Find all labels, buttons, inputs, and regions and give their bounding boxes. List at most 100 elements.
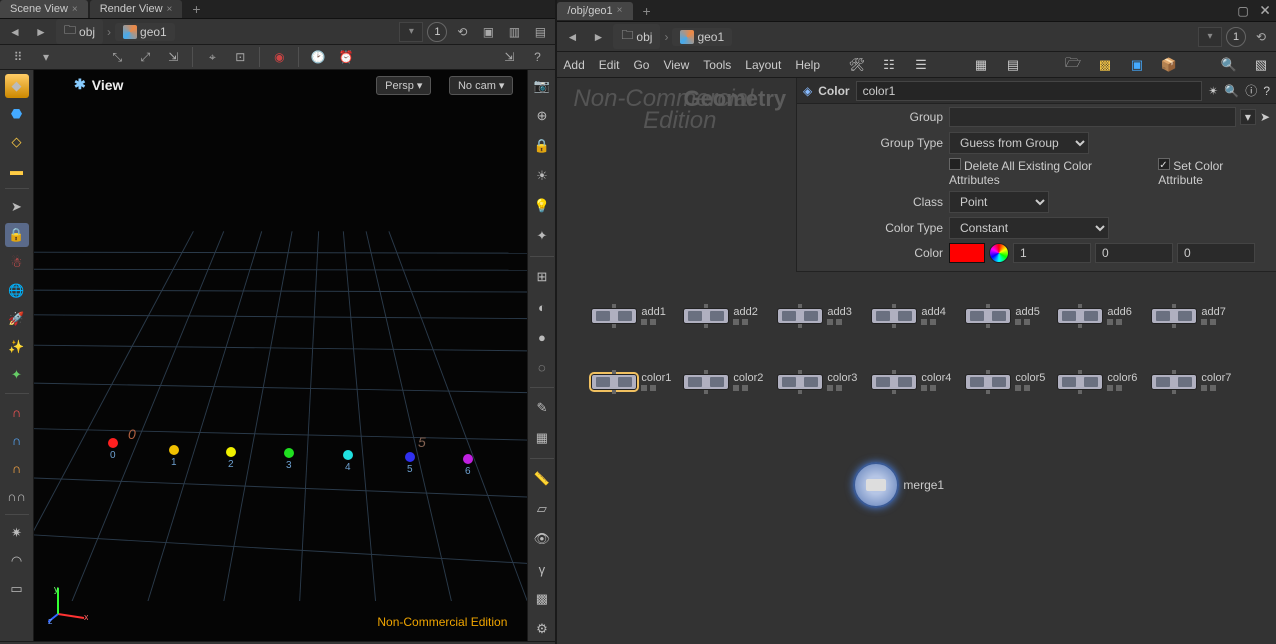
node-flags[interactable] (921, 385, 951, 391)
path-geo1[interactable]: geo1 (672, 28, 732, 46)
viewport-3d[interactable]: ✱ View Persp▾ No cam▾ 0 5 0123456 x y z (34, 70, 527, 641)
nav-history-dropdown[interactable]: ▾ (399, 22, 423, 42)
node-color7[interactable]: color7 (1151, 372, 1231, 391)
colortype-select[interactable]: Constant (949, 217, 1109, 239)
snap-options-icon[interactable]: ⌖ (200, 45, 224, 69)
node-flags[interactable] (733, 385, 763, 391)
pin-badge[interactable]: 1 (427, 22, 447, 42)
menu-layout[interactable]: Layout (745, 58, 781, 72)
rect-icon[interactable]: ▭ (5, 577, 29, 601)
node-color4[interactable]: color4 (871, 372, 951, 391)
palette-icon[interactable]: ▧ (1252, 56, 1270, 74)
close-icon[interactable]: × (167, 4, 173, 15)
node-flags[interactable] (1201, 385, 1231, 391)
sun-icon[interactable]: ☀ (530, 164, 554, 188)
sel-points-icon[interactable]: ⬣ (5, 102, 29, 126)
pointer-icon[interactable]: ➤ (5, 195, 29, 219)
node-color2[interactable]: color2 (683, 372, 763, 391)
nav-fwd-button[interactable]: ► (30, 21, 52, 43)
node-body[interactable] (1057, 374, 1103, 390)
node-add2[interactable]: add2 (683, 306, 757, 325)
wrench-icon[interactable]: 🛠 (848, 56, 866, 74)
node-merge1[interactable] (853, 462, 899, 508)
node-body[interactable] (683, 308, 729, 324)
color-r-input[interactable] (1013, 243, 1091, 263)
tab-scene-view[interactable]: Scene View × (0, 0, 88, 18)
shaded-icon[interactable]: ◐ (530, 295, 554, 319)
nav-fwd-button[interactable]: ► (587, 26, 609, 48)
node-body[interactable] (871, 308, 917, 324)
node-body[interactable] (871, 374, 917, 390)
spark-icon[interactable]: ✨ (5, 335, 29, 359)
grouptype-select[interactable]: Guess from Group (949, 132, 1089, 154)
color-swatch[interactable] (949, 243, 985, 263)
handle-dd-icon[interactable]: ▾ (34, 45, 58, 69)
clock-icon[interactable]: 🕑 (306, 45, 330, 69)
magnet-blue-icon[interactable]: ∩ (5, 428, 29, 452)
handle-menu-icon[interactable]: ⠿ (6, 45, 30, 69)
expand-icon[interactable]: ⇲ (497, 45, 521, 69)
lock-selection-icon[interactable]: 🔒 (5, 223, 29, 247)
nav-back-button[interactable]: ◄ (4, 21, 26, 43)
node-body[interactable] (1057, 308, 1103, 324)
axis-icon[interactable]: ✦ (5, 363, 29, 387)
menu-help[interactable]: Help (795, 58, 820, 72)
class-select[interactable]: Point (949, 191, 1049, 213)
grid2-icon[interactable]: ▤ (1004, 56, 1022, 74)
tab-network[interactable]: /obj/geo1 × (557, 2, 632, 20)
node-flags[interactable] (827, 319, 851, 325)
node-body[interactable] (777, 308, 823, 324)
cube-icon[interactable]: ▣ (477, 21, 499, 43)
node-body[interactable] (777, 374, 823, 390)
globe-icon[interactable]: 🌐 (5, 279, 29, 303)
node-flags[interactable] (1107, 319, 1131, 325)
pin-badge[interactable]: 1 (1226, 27, 1246, 47)
nav-history-dropdown[interactable]: ▾ (1198, 27, 1222, 47)
node-body[interactable] (965, 374, 1011, 390)
node-flags[interactable] (641, 385, 671, 391)
camera-dropdown[interactable]: No cam▾ (449, 76, 513, 95)
tab-render-view[interactable]: Render View × (90, 0, 183, 18)
sticky-icon[interactable]: ▩ (1096, 56, 1114, 74)
node-flags[interactable] (641, 319, 665, 325)
node-body[interactable] (1151, 374, 1197, 390)
help-icon[interactable]: ? (1263, 84, 1270, 98)
node-body[interactable] (1151, 308, 1197, 324)
link-icon[interactable]: ⟲ (451, 21, 473, 43)
magnet-red-icon[interactable]: ∩ (5, 400, 29, 424)
tree-icon[interactable]: ☷ (880, 56, 898, 74)
node-flags[interactable] (1015, 319, 1039, 325)
gear-icon[interactable]: ✴ (1208, 84, 1218, 98)
node-flags[interactable] (1201, 319, 1225, 325)
menu-add[interactable]: Add (563, 58, 584, 72)
node-flags[interactable] (1107, 385, 1137, 391)
node-add1[interactable]: add1 (591, 306, 665, 325)
calendar-icon[interactable]: ▦ (530, 426, 554, 450)
pen-icon[interactable]: ✎ (530, 396, 554, 420)
node-body[interactable] (965, 308, 1011, 324)
headphones-icon[interactable]: ∩∩ (5, 484, 29, 508)
node-color6[interactable]: color6 (1057, 372, 1137, 391)
eye-icon[interactable]: 👁 (530, 527, 554, 551)
sel-prims-icon[interactable]: ▬ (5, 158, 29, 182)
wireframe-icon[interactable]: ⊞ (530, 265, 554, 289)
node-flags[interactable] (733, 319, 757, 325)
node-flags[interactable] (921, 319, 945, 325)
bg-icon[interactable]: ▩ (530, 587, 554, 611)
chevron-down-icon[interactable]: ▾ (1240, 109, 1256, 125)
node-body[interactable] (591, 308, 637, 324)
path-geo1[interactable]: geo1 (115, 23, 175, 41)
link-icon[interactable]: ⟲ (1250, 26, 1272, 48)
bulb-icon[interactable]: 💡 (530, 194, 554, 218)
color-wheel-icon[interactable] (989, 243, 1009, 263)
menu-go[interactable]: Go (633, 58, 649, 72)
snap-view-icon[interactable]: ⊡ (228, 45, 252, 69)
node-add6[interactable]: add6 (1057, 306, 1131, 325)
star-icon[interactable]: ✦ (530, 224, 554, 248)
gamma-icon[interactable]: γ (530, 557, 554, 581)
magnet-orange-icon[interactable]: ∩ (5, 456, 29, 480)
color-g-input[interactable] (1095, 243, 1173, 263)
search-icon[interactable]: 🔍 (1224, 84, 1239, 98)
color-b-input[interactable] (1177, 243, 1255, 263)
node-name-input[interactable] (856, 81, 1203, 101)
